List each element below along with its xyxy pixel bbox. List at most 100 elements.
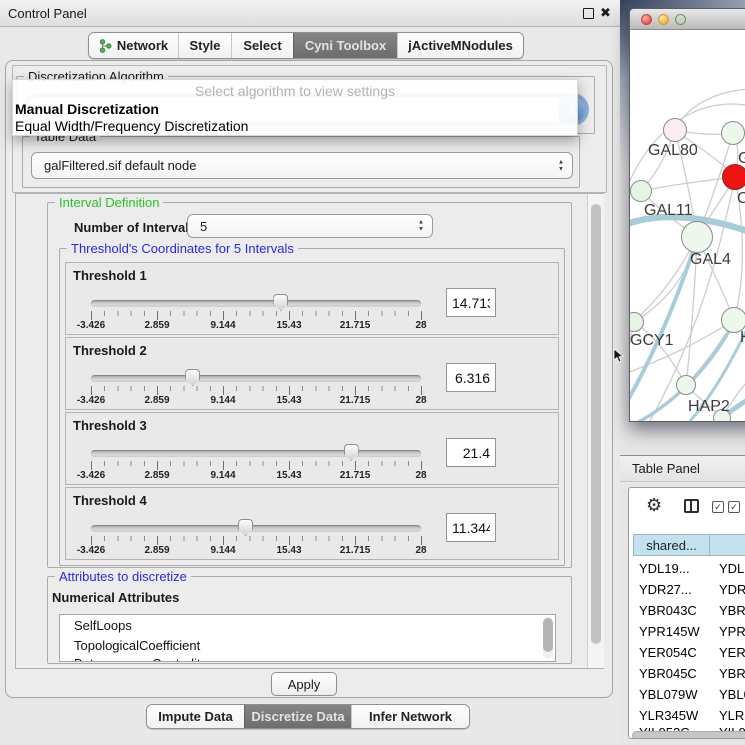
thresholds-group-title: Threshold's Coordinates for 5 Intervals xyxy=(67,241,298,256)
scale-label: -3.426 xyxy=(69,545,113,556)
right-pane: GAL80 GA C GAL11 GAL4 GCY1 H HAP2 Table … xyxy=(620,0,745,745)
column-header-name[interactable]: na xyxy=(709,534,745,556)
node-label-partial-h: H xyxy=(740,329,745,347)
table-cell[interactable]: YDL1 xyxy=(719,561,745,576)
scale-label: 15.43 xyxy=(267,395,311,406)
tab-discretize-data[interactable]: Discretize Data xyxy=(244,705,351,728)
control-panel-titlebar: Control Panel ✖ xyxy=(0,0,620,27)
tab-cyni-toolbox[interactable]: Cyni Toolbox xyxy=(293,33,397,58)
gear-icon[interactable]: ⚙ xyxy=(646,495,662,516)
attributes-group-title: Attributes to discretize xyxy=(55,569,191,584)
tab-impute-data[interactable]: Impute Data xyxy=(147,705,244,728)
checkbox-icon[interactable]: ✓ xyxy=(712,501,724,513)
top-tab-bar: Network Style Select Cyni Toolbox jActiv… xyxy=(0,27,620,60)
list-item[interactable]: SelfLoops xyxy=(74,618,132,633)
table-horizontal-scrollbar[interactable] xyxy=(632,731,745,739)
slider-thumb[interactable] xyxy=(344,444,359,461)
up-arrow-icon: ▲ xyxy=(418,220,424,226)
threshold-4-label: Threshold 4 xyxy=(73,493,147,508)
network-node-right-top[interactable] xyxy=(721,121,745,145)
tab-jactivemnodules[interactable]: jActiveMNodules xyxy=(397,33,523,58)
table-cell[interactable]: YBL0 xyxy=(719,687,745,702)
threshold-2-value-field[interactable] xyxy=(446,363,496,392)
table-panel-titlebar: Table Panel xyxy=(620,455,745,482)
node-label-hap2: HAP2 xyxy=(688,398,730,416)
traffic-light-zoom-icon[interactable] xyxy=(675,14,686,25)
table-cell[interactable]: YPR145W xyxy=(639,624,700,639)
table-cell[interactable]: YPR1 xyxy=(719,624,745,639)
combo-updown-icon[interactable]: ▲ ▼ xyxy=(558,159,564,172)
list-item[interactable]: TopologicalCoefficient xyxy=(74,638,200,653)
threshold-4-slider[interactable] xyxy=(91,525,421,532)
threshold-4-panel: Threshold 4 -3.426 2.859 9.144 15.43 21.… xyxy=(65,487,559,560)
column-header-shared-name[interactable]: shared... xyxy=(633,534,710,556)
network-window[interactable]: GAL80 GA C GAL11 GAL4 GCY1 H HAP2 xyxy=(629,8,745,422)
traffic-light-close-icon[interactable] xyxy=(641,14,652,25)
table-cell[interactable]: YDL19... xyxy=(639,561,690,576)
slider-major-ticks xyxy=(91,536,422,545)
threshold-3-slider[interactable] xyxy=(91,450,421,457)
table-cell[interactable]: YER054C xyxy=(639,645,697,660)
slider-thumb[interactable] xyxy=(238,519,253,536)
threshold-4-value-field[interactable] xyxy=(446,513,496,542)
list-item[interactable]: BetweennessCentrality xyxy=(74,656,207,662)
table-cell[interactable]: YBL079W xyxy=(639,687,698,702)
popup-prompt-item: Select algorithm to view settings xyxy=(13,83,577,99)
network-node-gal11[interactable] xyxy=(630,180,652,202)
table-cell[interactable]: YLR345W xyxy=(639,708,698,723)
node-label-gal11: GAL11 xyxy=(644,202,693,220)
node-label-gcy1: GCY1 xyxy=(630,332,674,350)
apply-button-label: Apply xyxy=(288,677,321,692)
threshold-2-slider[interactable] xyxy=(91,375,421,382)
network-node-gal80[interactable] xyxy=(663,118,687,142)
network-canvas[interactable]: GAL80 GA C GAL11 GAL4 GCY1 H HAP2 xyxy=(630,30,745,421)
list-scrollbar-thumb[interactable] xyxy=(543,618,553,652)
network-icon xyxy=(99,39,112,53)
table-cell[interactable]: YBR043C xyxy=(639,603,697,618)
slider-thumb[interactable] xyxy=(185,369,200,386)
close-icon[interactable]: ✖ xyxy=(600,5,611,21)
network-node-hap2[interactable] xyxy=(676,375,696,395)
threshold-3-label: Threshold 3 xyxy=(73,418,147,433)
table-cell[interactable]: YBR0 xyxy=(719,603,745,618)
scale-label: 28 xyxy=(399,545,443,556)
tab-network[interactable]: Network xyxy=(89,33,178,58)
scale-label: 28 xyxy=(399,470,443,481)
scale-label: 2.859 xyxy=(135,320,179,331)
threshold-1-value-field[interactable] xyxy=(446,288,496,317)
table-cell[interactable]: YBR0 xyxy=(719,666,745,681)
table-cell[interactable]: YDR27... xyxy=(639,582,692,597)
popup-option-manual[interactable]: Manual Discretization xyxy=(15,101,159,117)
popup-option-equal-width[interactable]: Equal Width/Frequency Discretization xyxy=(15,118,248,134)
tab-select[interactable]: Select xyxy=(231,33,293,58)
settings-vertical-scrollbar[interactable] xyxy=(587,194,604,668)
attributes-list[interactable]: SelfLoops TopologicalCoefficient Between… xyxy=(59,614,556,662)
slider-major-ticks xyxy=(91,386,422,395)
traffic-light-minimize-icon[interactable] xyxy=(658,14,669,25)
num-intervals-value: 5 xyxy=(188,219,207,234)
num-intervals-spinner[interactable]: 5 ▲ ▼ xyxy=(187,214,433,238)
apply-button[interactable]: Apply xyxy=(271,672,337,696)
table-cell[interactable]: YLR3 xyxy=(719,708,745,723)
application-window: Control Panel ✖ Network Style Select xyxy=(0,0,745,745)
table-cell[interactable]: YDR2 xyxy=(719,582,745,597)
network-node-gal4[interactable] xyxy=(681,221,713,253)
spinner-arrows-icon[interactable]: ▲ ▼ xyxy=(418,220,424,233)
network-window-titlebar[interactable] xyxy=(630,9,745,30)
threshold-1-label: Threshold 1 xyxy=(73,268,147,283)
tab-style[interactable]: Style xyxy=(178,33,231,58)
slider-thumb[interactable] xyxy=(273,294,288,311)
table-cell[interactable]: YBR045C xyxy=(639,666,697,681)
threshold-1-slider[interactable] xyxy=(91,300,421,307)
table-data-combobox[interactable]: galFiltered.sif default node ▲ ▼ xyxy=(31,152,573,179)
float-window-icon[interactable] xyxy=(583,8,594,19)
threshold-3-value-field[interactable] xyxy=(446,438,496,467)
checkbox-icon[interactable]: ✓ xyxy=(728,501,740,513)
table-panel-title: Table Panel xyxy=(632,461,700,476)
scrollbar-thumb[interactable] xyxy=(591,204,601,644)
scale-label: -3.426 xyxy=(69,320,113,331)
tab-infer-network[interactable]: Infer Network xyxy=(351,705,469,728)
table-cell[interactable]: YER0 xyxy=(719,645,745,660)
down-arrow-icon: ▼ xyxy=(558,166,564,172)
split-view-icon[interactable] xyxy=(684,499,699,513)
